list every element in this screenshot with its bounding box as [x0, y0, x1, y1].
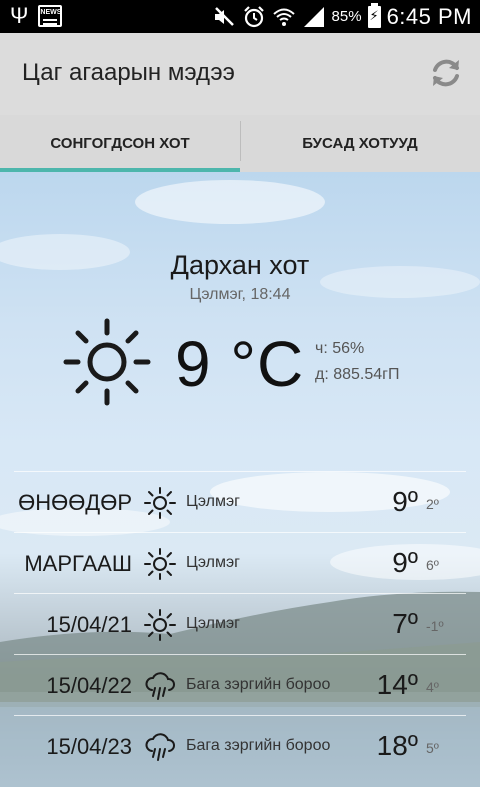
refresh-icon[interactable] [426, 53, 466, 93]
forecast-row: 15/04/22 Бага зэргийн бороо 14º 4º [14, 654, 466, 715]
current-temperature: 9 °C [175, 328, 305, 400]
pressure: д: 885.54гП [315, 366, 400, 383]
forecast-condition: Бага зэргийн бороо [186, 737, 331, 754]
forecast-low: 2º [426, 496, 439, 512]
forecast-day: МАРГААШ [24, 551, 132, 576]
forecast-row: МАРГААШ Цэлмэг 9º 6º [14, 532, 466, 593]
forecast-low: -1º [426, 618, 444, 634]
app-bar: Цаг агаарын мэдээ [0, 33, 480, 115]
sun-icon [144, 609, 176, 641]
alarm-icon [243, 5, 264, 27]
tab-bar: СОНГОГДСОН ХОТ БУСАД ХОТУУД [0, 115, 480, 172]
forecast-low: 5º [426, 740, 439, 756]
tab-label: СОНГОГДСОН ХОТ [50, 135, 190, 152]
forecast-row: 15/04/21 Цэлмэг 7º -1º [14, 593, 466, 654]
forecast-high: 18º [376, 730, 418, 761]
forecast-high: 9º [392, 486, 418, 517]
sun-icon [144, 548, 176, 580]
current-condition-time: Цэлмэг, 18:44 [189, 286, 291, 303]
tab-other-cities[interactable]: БУСАД ХОТУУД [240, 115, 480, 172]
signal-icon [303, 6, 324, 27]
wifi-icon [272, 8, 295, 26]
forecast-day: 15/04/22 [46, 673, 132, 698]
news-icon: NEWS [38, 5, 63, 27]
status-bar: Ψ NEWS 85% 6:45 PM [0, 0, 480, 33]
forecast-day: ӨНӨӨДӨР [18, 490, 132, 515]
forecast-low: 4º [426, 679, 439, 695]
tab-selected-city[interactable]: СОНГОГДСОН ХОТ [0, 115, 240, 172]
forecast-condition: Цэлмэг [186, 615, 240, 632]
city-name: Дархан хот [170, 250, 310, 280]
forecast-day: 15/04/21 [46, 612, 132, 637]
status-time: 6:45 PM [386, 3, 472, 29]
mute-icon [214, 6, 234, 26]
weather-panel: Дархан хот Цэлмэг, 18:44 9 °C ч: 56% д: … [0, 172, 480, 787]
rain-cloud-icon [145, 733, 175, 761]
forecast-high: 9º [392, 547, 418, 578]
usb-icon: Ψ [10, 3, 29, 28]
forecast-condition: Бага зэргийн бороо [186, 676, 331, 693]
tab-divider [240, 121, 241, 161]
sun-icon [63, 318, 151, 406]
tab-label: БУСАД ХОТУУД [302, 135, 418, 152]
app-title: Цаг агаарын мэдээ [22, 59, 235, 86]
forecast-row: ӨНӨӨДӨР Цэлмэг 9º 2º [14, 471, 466, 532]
humidity: ч: 56% [315, 340, 365, 357]
forecast-low: 6º [426, 557, 439, 573]
rain-cloud-icon [145, 672, 175, 700]
forecast-condition: Цэлмэг [186, 554, 240, 571]
forecast-day: 15/04/23 [46, 734, 132, 759]
battery-charging-icon [367, 2, 381, 28]
forecast-row: 15/04/23 Бага зэргийн бороо 18º 5º [14, 715, 466, 776]
forecast-high: 14º [376, 669, 418, 700]
sun-icon [144, 487, 176, 519]
forecast-list: ӨНӨӨДӨР Цэлмэг 9º 2º МАРГААШ Цэлмэг 9º 6… [14, 471, 466, 776]
battery-percent: 85% [331, 8, 362, 25]
forecast-condition: Цэлмэг [186, 493, 240, 510]
forecast-high: 7º [392, 608, 418, 639]
